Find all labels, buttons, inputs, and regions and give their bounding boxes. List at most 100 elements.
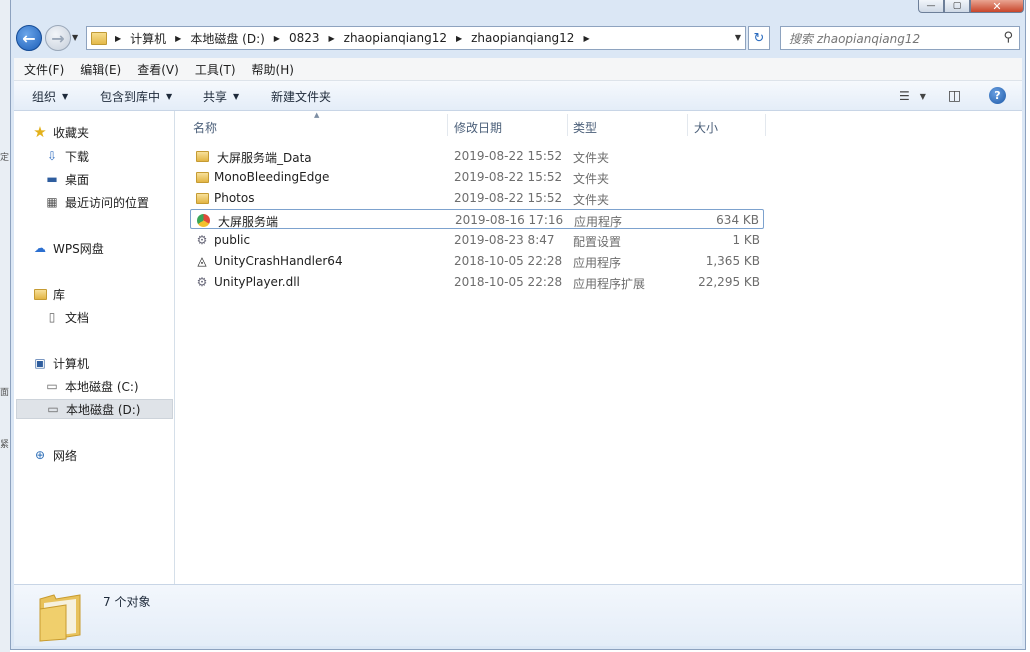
- breadcrumb-computer[interactable]: 计算机: [130, 30, 166, 47]
- column-divider[interactable]: [765, 114, 766, 136]
- help-icon: ?: [994, 89, 1001, 102]
- menu-tools[interactable]: 工具(T): [187, 61, 244, 78]
- nav-downloads[interactable]: ⇩ 下载: [44, 146, 89, 166]
- caret-down-icon: ▼: [62, 92, 69, 101]
- include-library-label: 包含到库中: [100, 90, 161, 104]
- breadcrumb-arrow-icon[interactable]: ▶: [274, 34, 280, 43]
- file-row[interactable]: ⚙ public 2019-08-23 8:47 配置设置 1 KB: [190, 230, 764, 250]
- file-size: 1 KB: [732, 233, 760, 247]
- column-divider[interactable]: [567, 114, 568, 136]
- search-input[interactable]: [787, 28, 991, 50]
- nav-network-label: 网络: [53, 448, 78, 463]
- forward-button[interactable]: →: [45, 25, 71, 51]
- share-button[interactable]: 共享 ▼: [203, 88, 239, 105]
- file-date: 2018-10-05 22:28: [454, 275, 563, 289]
- breadcrumb-arrow-icon[interactable]: ▶: [583, 34, 589, 43]
- nav-drive-c-label: 本地磁盘 (C:): [65, 379, 139, 394]
- preview-pane-icon[interactable]: ◫: [948, 88, 961, 104]
- file-name: MonoBleedingEdge: [214, 170, 330, 184]
- breadcrumb-arrow-icon[interactable]: ▶: [175, 34, 181, 43]
- nav-downloads-label: 下载: [65, 149, 90, 164]
- object-count: 7 个对象: [103, 595, 151, 609]
- nav-network[interactable]: ⊕ 网络: [32, 445, 77, 465]
- file-row-focused[interactable]: 大屏服务端 2019-08-16 17:16 应用程序 634 KB: [190, 209, 764, 229]
- refresh-button[interactable]: ↻: [748, 26, 770, 50]
- nav-recent-label: 最近访问的位置: [65, 195, 150, 210]
- view-dropdown-icon[interactable]: ▼: [920, 92, 926, 101]
- file-row[interactable]: 大屏服务端_Data 2019-08-22 15:52 文件夹: [190, 146, 764, 166]
- address-bar[interactable]: ▶ 计算机 ▶ 本地磁盘 (D:) ▶ 0823 ▶ zhaopianqiang…: [86, 26, 746, 50]
- breadcrumb-0823[interactable]: 0823: [289, 31, 320, 45]
- file-type: 应用程序扩展: [573, 277, 646, 291]
- search-icon[interactable]: ⚲: [1003, 30, 1013, 45]
- folder-icon: [91, 31, 107, 45]
- breadcrumb-arrow-icon[interactable]: ▶: [329, 34, 335, 43]
- include-in-library-button[interactable]: 包含到库中 ▼: [100, 88, 172, 105]
- new-folder-button[interactable]: 新建文件夹: [271, 88, 331, 105]
- column-divider[interactable]: [687, 114, 688, 136]
- dll-file-icon: ⚙: [196, 275, 208, 289]
- computer-icon: ▣: [34, 356, 46, 370]
- nav-recent-places[interactable]: ▦ 最近访问的位置: [44, 192, 149, 212]
- nav-computer[interactable]: ▣ 计算机: [32, 353, 89, 373]
- column-size[interactable]: 大小: [694, 119, 718, 136]
- view-list-icon[interactable]: ☰: [899, 89, 910, 103]
- nav-libraries[interactable]: 库: [32, 284, 65, 304]
- address-dropdown-icon[interactable]: ▼: [735, 33, 741, 42]
- file-name: public: [214, 233, 251, 247]
- nav-drive-c[interactable]: ▭ 本地磁盘 (C:): [44, 376, 139, 396]
- file-date: 2019-08-23 8:47: [454, 233, 555, 247]
- menu-view[interactable]: 查看(V): [129, 61, 187, 78]
- column-date[interactable]: 修改日期: [454, 119, 502, 136]
- file-size: 634 KB: [716, 213, 759, 227]
- close-button[interactable]: ✕: [970, 0, 1024, 13]
- file-type: 应用程序: [574, 215, 623, 229]
- file-row[interactable]: ⚙ UnityPlayer.dll 2018-10-05 22:28 应用程序扩…: [190, 272, 764, 292]
- library-icon: [32, 287, 48, 301]
- minimize-button[interactable]: —: [918, 0, 944, 13]
- organize-button[interactable]: 组织 ▼: [32, 88, 68, 105]
- nav-drive-d-label: 本地磁盘 (D:): [66, 402, 141, 417]
- folder-icon: [195, 149, 209, 163]
- menu-edit[interactable]: 编辑(E): [72, 61, 129, 78]
- nav-documents[interactable]: ▯ 文档: [44, 307, 89, 327]
- file-name: 大屏服务端_Data: [217, 151, 312, 165]
- breadcrumb-zhaopianqiang12-current[interactable]: zhaopianqiang12: [471, 31, 574, 45]
- file-row[interactable]: Photos 2019-08-22 15:52 文件夹: [190, 188, 764, 208]
- cloud-icon: ☁: [34, 241, 46, 255]
- column-divider[interactable]: [447, 114, 448, 136]
- navigation-pane: ★ 收藏夹 ⇩ 下载 ▬ 桌面 ▦ 最近访问的位置 ☁ WPS网盘 库 ▯ 文档 ▣ 计算机 …: [14, 111, 175, 584]
- help-button[interactable]: ?: [989, 87, 1006, 104]
- menu-help[interactable]: 帮助(H): [244, 61, 302, 78]
- nav-libraries-label: 库: [53, 287, 66, 302]
- nav-wps-cloud[interactable]: ☁ WPS网盘: [32, 238, 104, 258]
- column-type[interactable]: 类型: [573, 119, 597, 136]
- nav-drive-d[interactable]: ▭ 本地磁盘 (D:): [16, 399, 173, 419]
- forward-arrow-icon: →: [51, 28, 65, 48]
- recent-pages-dropdown[interactable]: ▼: [72, 33, 78, 42]
- nav-favorites[interactable]: ★ 收藏夹: [32, 122, 89, 142]
- column-name[interactable]: 名称: [193, 119, 217, 136]
- back-arrow-icon: ←: [22, 28, 36, 48]
- file-type: 文件夹: [573, 172, 610, 186]
- file-type: 文件夹: [573, 193, 610, 207]
- caret-down-icon: ▼: [166, 92, 173, 101]
- breadcrumb-zhaopianqiang12[interactable]: zhaopianqiang12: [344, 31, 447, 45]
- search-box[interactable]: ⚲: [780, 26, 1020, 50]
- view-options[interactable]: ☰ ▼ ◫: [899, 88, 961, 104]
- breadcrumb-arrow-icon[interactable]: ▶: [115, 34, 121, 43]
- breadcrumb-drive-d[interactable]: 本地磁盘 (D:): [190, 30, 264, 47]
- nav-desktop-label: 桌面: [65, 172, 90, 187]
- menu-file[interactable]: 文件(F): [14, 61, 72, 78]
- file-row[interactable]: MonoBleedingEdge 2019-08-22 15:52 文件夹: [190, 167, 764, 187]
- caption-buttons: — ▢ ✕: [918, 0, 1024, 14]
- maximize-button[interactable]: ▢: [944, 0, 970, 13]
- file-row[interactable]: ◬ UnityCrashHandler64 2018-10-05 22:28 应…: [190, 251, 764, 271]
- file-date: 2019-08-22 15:52: [454, 191, 563, 205]
- file-date: 2019-08-22 15:52: [454, 149, 563, 163]
- breadcrumb-arrow-icon[interactable]: ▶: [456, 34, 462, 43]
- nav-desktop[interactable]: ▬ 桌面: [44, 169, 89, 189]
- back-button[interactable]: ←: [16, 25, 42, 51]
- nav-favorites-label: 收藏夹: [53, 125, 90, 140]
- file-list: 名称 ▲ 修改日期 类型 大小 大屏服务端_Data 2019-08-22 15…: [175, 111, 1022, 584]
